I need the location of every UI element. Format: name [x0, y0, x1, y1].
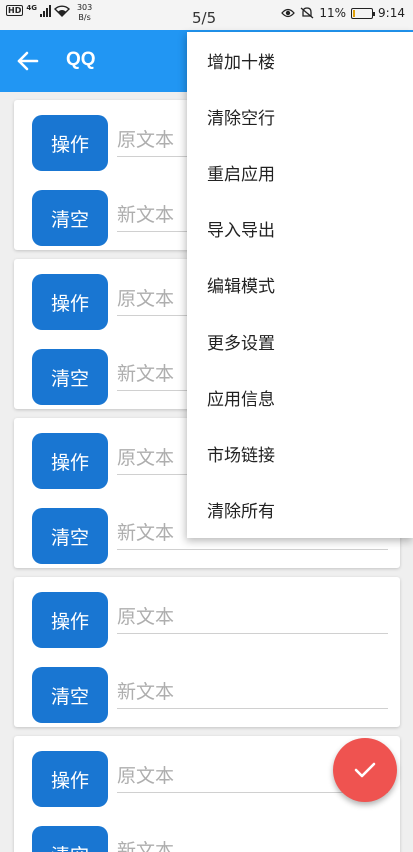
hd-badge: HD	[6, 5, 24, 16]
operate-button[interactable]: 操作	[32, 274, 108, 330]
new-row: 清空 新文本	[32, 667, 388, 723]
clear-button[interactable]: 清空	[32, 190, 108, 246]
network-speed: 303 B/s	[77, 3, 92, 23]
new-text-input[interactable]: 新文本	[117, 677, 388, 709]
menu-item-import-export[interactable]: 导入导出	[187, 201, 413, 257]
clear-button[interactable]: 清空	[32, 349, 108, 405]
page-indicator: 5/5	[192, 9, 217, 27]
confirm-fab[interactable]	[333, 738, 397, 802]
wifi-icon	[53, 5, 70, 17]
battery-level	[353, 9, 356, 17]
operate-button[interactable]: 操作	[32, 433, 108, 489]
menu-item-clear-empty-rows[interactable]: 清除空行	[187, 88, 413, 144]
clear-button[interactable]: 清空	[32, 826, 108, 852]
battery-percent: 11%	[319, 6, 347, 20]
speed-value: 303	[76, 3, 93, 12]
rule-card: 操作 原文本 清空 新文本	[14, 577, 400, 727]
speed-unit: B/s	[78, 13, 91, 22]
signal-icon	[39, 5, 51, 17]
eye-icon	[281, 8, 296, 18]
arrow-back-icon[interactable]	[14, 47, 42, 75]
bell-off-icon	[300, 7, 314, 19]
page-title: QQ	[66, 49, 96, 70]
original-row: 操作 原文本	[32, 592, 388, 648]
clear-button[interactable]: 清空	[32, 508, 108, 564]
operate-button[interactable]: 操作	[32, 115, 108, 171]
operate-button[interactable]: 操作	[32, 592, 108, 648]
new-row: 清空 新文本	[32, 826, 388, 852]
menu-item-add-ten[interactable]: 增加十楼	[187, 32, 413, 88]
overflow-menu: 增加十楼 清除空行 重启应用 导入导出 编辑模式 更多设置 应用信息 市场链接 …	[187, 32, 413, 538]
network-type: 4G	[26, 4, 37, 12]
menu-item-market-link[interactable]: 市场链接	[187, 425, 413, 481]
status-right: 11% 9:14	[281, 6, 405, 20]
clock: 9:14	[378, 6, 405, 20]
menu-item-restart-app[interactable]: 重启应用	[187, 144, 413, 200]
menu-item-clear-all[interactable]: 清除所有	[187, 482, 413, 538]
operate-button[interactable]: 操作	[32, 751, 108, 807]
original-text-input[interactable]: 原文本	[117, 602, 388, 634]
menu-item-more-settings[interactable]: 更多设置	[187, 313, 413, 369]
check-icon	[354, 762, 376, 778]
battery-icon	[351, 7, 376, 19]
menu-item-edit-mode[interactable]: 编辑模式	[187, 257, 413, 313]
status-bar: HD 4G 303 B/s 5/5 11% 9:14	[0, 0, 413, 30]
new-text-input[interactable]: 新文本	[117, 836, 388, 852]
menu-item-app-info[interactable]: 应用信息	[187, 369, 413, 425]
clear-button[interactable]: 清空	[32, 667, 108, 723]
status-left: HD 4G 303 B/s	[6, 3, 92, 23]
